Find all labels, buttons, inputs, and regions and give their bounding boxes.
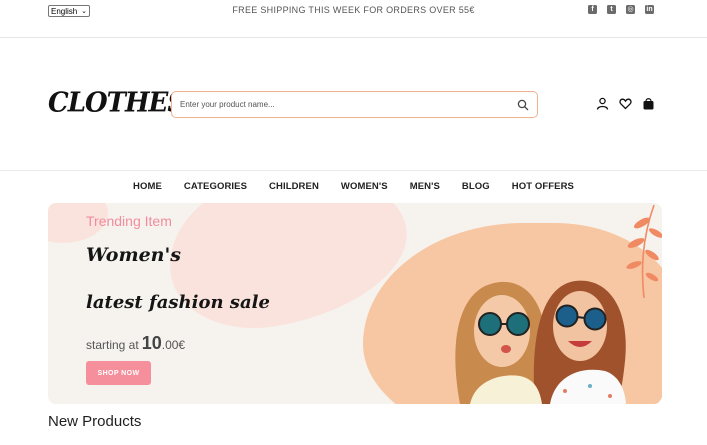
shop-now-button[interactable]: SHOP NOW: [86, 361, 151, 385]
site-header: CLOTHES: [0, 38, 707, 171]
nav-blog[interactable]: BLOG: [462, 181, 490, 195]
linkedin-icon[interactable]: in: [645, 5, 654, 14]
price-prefix: starting at: [86, 338, 139, 352]
search-input[interactable]: [180, 94, 517, 115]
facebook-icon[interactable]: f: [588, 5, 597, 14]
main-nav: HOME CATEGORIES CHILDREN WOMEN'S MEN'S B…: [0, 181, 707, 195]
price-decimal: .00€: [161, 338, 186, 352]
header-actions: [596, 97, 655, 110]
logo[interactable]: CLOTHES: [48, 87, 186, 119]
search-icon[interactable]: [517, 99, 529, 111]
hero-models-image: [455, 280, 626, 404]
shopping-bag-icon[interactable]: [642, 97, 655, 110]
nav-womens[interactable]: WOMEN'S: [341, 181, 388, 195]
search-bar: [171, 91, 538, 118]
hero-banner: Trending Item Women's latest fashion sal…: [48, 203, 662, 404]
hero-headline: Women's: [86, 244, 181, 266]
nav-children[interactable]: CHILDREN: [269, 181, 319, 195]
top-bar: English ⌄ FREE SHIPPING THIS WEEK FOR OR…: [0, 0, 707, 38]
nav-mens[interactable]: MEN'S: [410, 181, 440, 195]
nav-hot-offers[interactable]: HOT OFFERS: [512, 181, 574, 195]
hero-price: starting at 10.00€: [86, 333, 185, 354]
nav-categories[interactable]: CATEGORIES: [184, 181, 247, 195]
hero-kicker: Trending Item: [86, 213, 172, 229]
heart-icon[interactable]: [619, 97, 632, 110]
twitter-icon[interactable]: t: [607, 5, 616, 14]
nav-home[interactable]: HOME: [133, 181, 162, 195]
instagram-icon[interactable]: ◎: [626, 5, 635, 14]
price-whole: 10: [141, 333, 162, 353]
social-links: f t ◎ in: [588, 5, 654, 14]
user-icon[interactable]: [596, 97, 609, 110]
section-title-new-products: New Products: [48, 413, 142, 430]
hero-subheadline: latest fashion sale: [86, 292, 270, 313]
